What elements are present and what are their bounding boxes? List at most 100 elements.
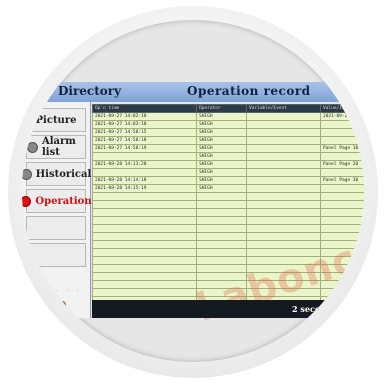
table-cell: [320, 240, 364, 249]
table-cell: [246, 200, 321, 209]
table-row[interactable]: 2021-09-27 14:58:15 SHIGH: [92, 128, 364, 137]
table-cell: [246, 232, 321, 241]
table-cell: [246, 160, 321, 169]
table-cell: [92, 200, 197, 209]
table-cell: [196, 224, 247, 233]
table-cell: [92, 240, 197, 249]
table-row[interactable]: [92, 272, 364, 281]
table-row[interactable]: [92, 264, 364, 273]
sidebar-item-historical[interactable]: Historical: [22, 162, 91, 186]
sidebar-item-label: Historical: [35, 168, 92, 180]
header-bar: Directory Operation record: [22, 82, 364, 102]
table-row[interactable]: [92, 280, 364, 289]
table-row[interactable]: 2021-09-28 14:15:19 SHIGH: [92, 184, 364, 193]
table-cell: [92, 272, 197, 281]
table-cell: [320, 272, 364, 281]
table-cell: SHIGH: [196, 144, 247, 153]
table-cell: Panel Page 20: [320, 160, 364, 169]
table-row[interactable]: [92, 224, 364, 233]
column-header[interactable]: Value/Info: [320, 104, 364, 113]
table-row[interactable]: 2021-09-28 14:14:18 SHIGH Panel Page 30: [92, 176, 364, 185]
table-cell: [92, 264, 197, 273]
table-cell: [246, 192, 321, 201]
table-cell: [246, 224, 321, 233]
table-cell: [196, 272, 247, 281]
table-cell: [246, 184, 321, 193]
column-header[interactable]: Variable/Event: [246, 104, 321, 113]
table-cell: SHIGH: [196, 136, 247, 145]
table-cell: [246, 208, 321, 217]
table-row[interactable]: [92, 200, 364, 209]
table-cell: [320, 128, 364, 137]
sidebar-item-empty-2[interactable]: [26, 243, 86, 267]
table-cell: [92, 248, 197, 257]
table-cell: [320, 192, 364, 201]
table-cell: SHIGH: [196, 120, 247, 129]
table-cell: [92, 208, 197, 217]
operation-record-table: Op'n time Operator Variable/Event Value/Inf…: [92, 104, 364, 331]
table-cell: [196, 280, 247, 289]
status-message: 2 seconds into: [292, 304, 357, 314]
column-header[interactable]: Op'n time: [92, 104, 197, 113]
page-title: Operation record: [187, 84, 311, 98]
table-cell: [246, 256, 321, 265]
status-dot-icon: [22, 168, 32, 180]
table-row[interactable]: [92, 192, 364, 201]
table-cell: [320, 232, 364, 241]
hmi-screen: Directory Operation record Picture Alarm…: [22, 82, 364, 331]
table-cell: [320, 216, 364, 225]
table-cell: [92, 224, 197, 233]
table-header-row: Op'n time Operator Variable/Event Value/Inf…: [92, 104, 364, 113]
table-row[interactable]: 2021-09-27 14:02:10 SHIGH 2021-09-28000: [92, 112, 364, 121]
table-cell: [246, 248, 321, 257]
table-cell: [320, 168, 364, 177]
table-cell: 2021-09-28000: [320, 112, 364, 121]
table-row[interactable]: [92, 288, 364, 297]
table-cell: [92, 232, 197, 241]
table-cell: [246, 272, 321, 281]
table-row[interactable]: [92, 208, 364, 217]
sidebar-item-label: Picture: [35, 114, 77, 126]
table-cell: [246, 136, 321, 145]
table-cell: [320, 224, 364, 233]
table-cell: [196, 264, 247, 273]
table-cell: Panel Page 10: [320, 144, 364, 153]
table-cell: [196, 256, 247, 265]
table-cell: [246, 280, 321, 289]
table-cell: [92, 192, 197, 201]
table-cell: [196, 248, 247, 257]
table-cell: [246, 288, 321, 297]
table-row[interactable]: SHIGH: [92, 168, 364, 177]
sidebar-item-alarm-list[interactable]: Alarm list: [26, 135, 86, 159]
screen-lens: Directory Operation record Picture Alarm…: [22, 20, 364, 362]
table-cell: [246, 128, 321, 137]
active-dot-icon: [22, 195, 32, 207]
status-dot-icon: [27, 141, 38, 153]
table-row[interactable]: 2021-09-27 14:58:19 SHIGH Panel Page 10: [92, 144, 364, 153]
table-cell: [246, 216, 321, 225]
table-row[interactable]: [92, 240, 364, 249]
sidebar-item-empty-1[interactable]: [26, 216, 86, 240]
table-cell: [92, 256, 197, 265]
table-row[interactable]: [92, 248, 364, 257]
table-row[interactable]: 2021-09-28 14:13:20 SHIGH Panel Page 20: [92, 160, 364, 169]
page-indicator: E · · ·: [46, 288, 82, 294]
table-cell: [196, 208, 247, 217]
table-cell: [196, 232, 247, 241]
table-cell: [92, 152, 197, 161]
table-cell: SHIGH: [196, 128, 247, 137]
directory-label[interactable]: Directory: [58, 84, 121, 98]
sidebar-item-picture[interactable]: Picture: [26, 108, 86, 132]
up-button[interactable]: UP: [28, 301, 66, 321]
column-header[interactable]: Operator: [196, 104, 247, 113]
table-cell: [196, 288, 247, 297]
table-row[interactable]: SHIGH: [92, 152, 364, 161]
sidebar-item-operation[interactable]: Operation: [22, 189, 92, 213]
table-cell: [320, 280, 364, 289]
table-row[interactable]: 2021-09-27 14:58:18 SHIGH: [92, 136, 364, 145]
table-row[interactable]: [92, 256, 364, 265]
table-row[interactable]: [92, 216, 364, 225]
table-row[interactable]: [92, 232, 364, 241]
table-row[interactable]: 2021-09-27 14:03:10 SHIGH: [92, 120, 364, 129]
table-cell: [92, 280, 197, 289]
